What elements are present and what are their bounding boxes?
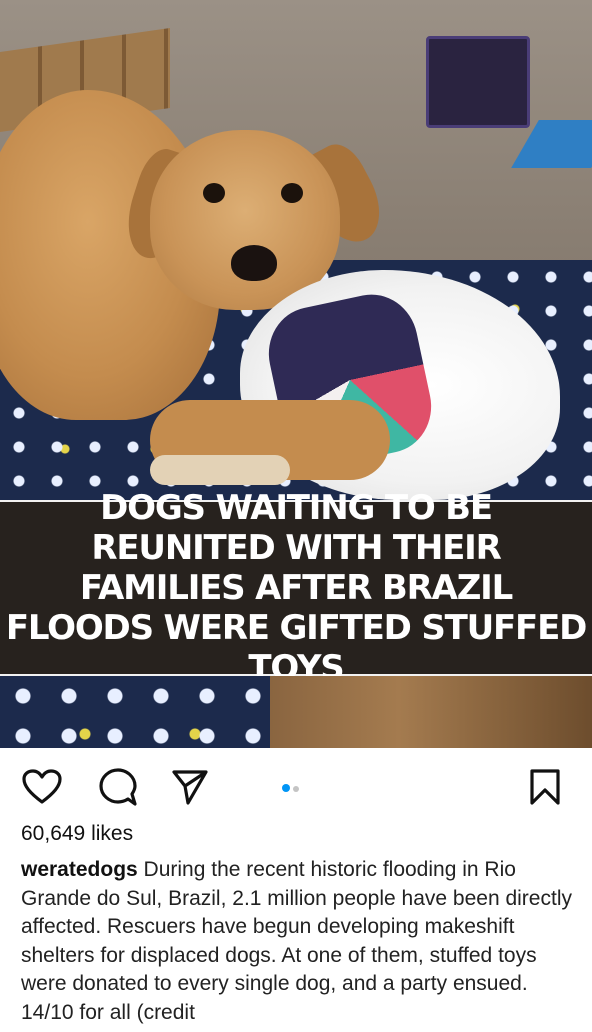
post-caption: weratedogs During the recent historic fl… [21, 856, 581, 1027]
dog-right-eye [281, 183, 303, 203]
carousel-indicator [282, 779, 302, 792]
post-image[interactable]: DOGS WAITING TO BE REUNITED WITH THEIR F… [0, 0, 592, 748]
comment-button[interactable] [96, 765, 140, 809]
bookmark-icon [530, 769, 560, 805]
dog-nose [231, 245, 277, 281]
carousel-dot [293, 786, 299, 792]
paper-plane-icon [172, 770, 208, 805]
caption-text: During the recent historic flooding in R… [21, 858, 572, 1024]
likes-count[interactable]: 60,649 likes [21, 822, 133, 846]
save-button[interactable] [523, 765, 567, 809]
dog-left-eye [203, 183, 225, 203]
chew-bone [150, 455, 290, 485]
caption-username[interactable]: weratedogs [21, 858, 138, 881]
headline-banner: DOGS WAITING TO BE REUNITED WITH THEIR F… [0, 488, 592, 688]
storage-bin [426, 36, 530, 128]
headline-text: DOGS WAITING TO BE REUNITED WITH THEIR F… [5, 488, 587, 688]
post-actions-bar [0, 755, 592, 815]
comment-bubble-icon [99, 768, 137, 806]
share-button[interactable] [168, 765, 212, 809]
like-button[interactable] [20, 765, 64, 809]
wooden-pallet-lower [270, 676, 592, 748]
heart-icon [22, 769, 62, 804]
carousel-dot-active [282, 784, 290, 792]
